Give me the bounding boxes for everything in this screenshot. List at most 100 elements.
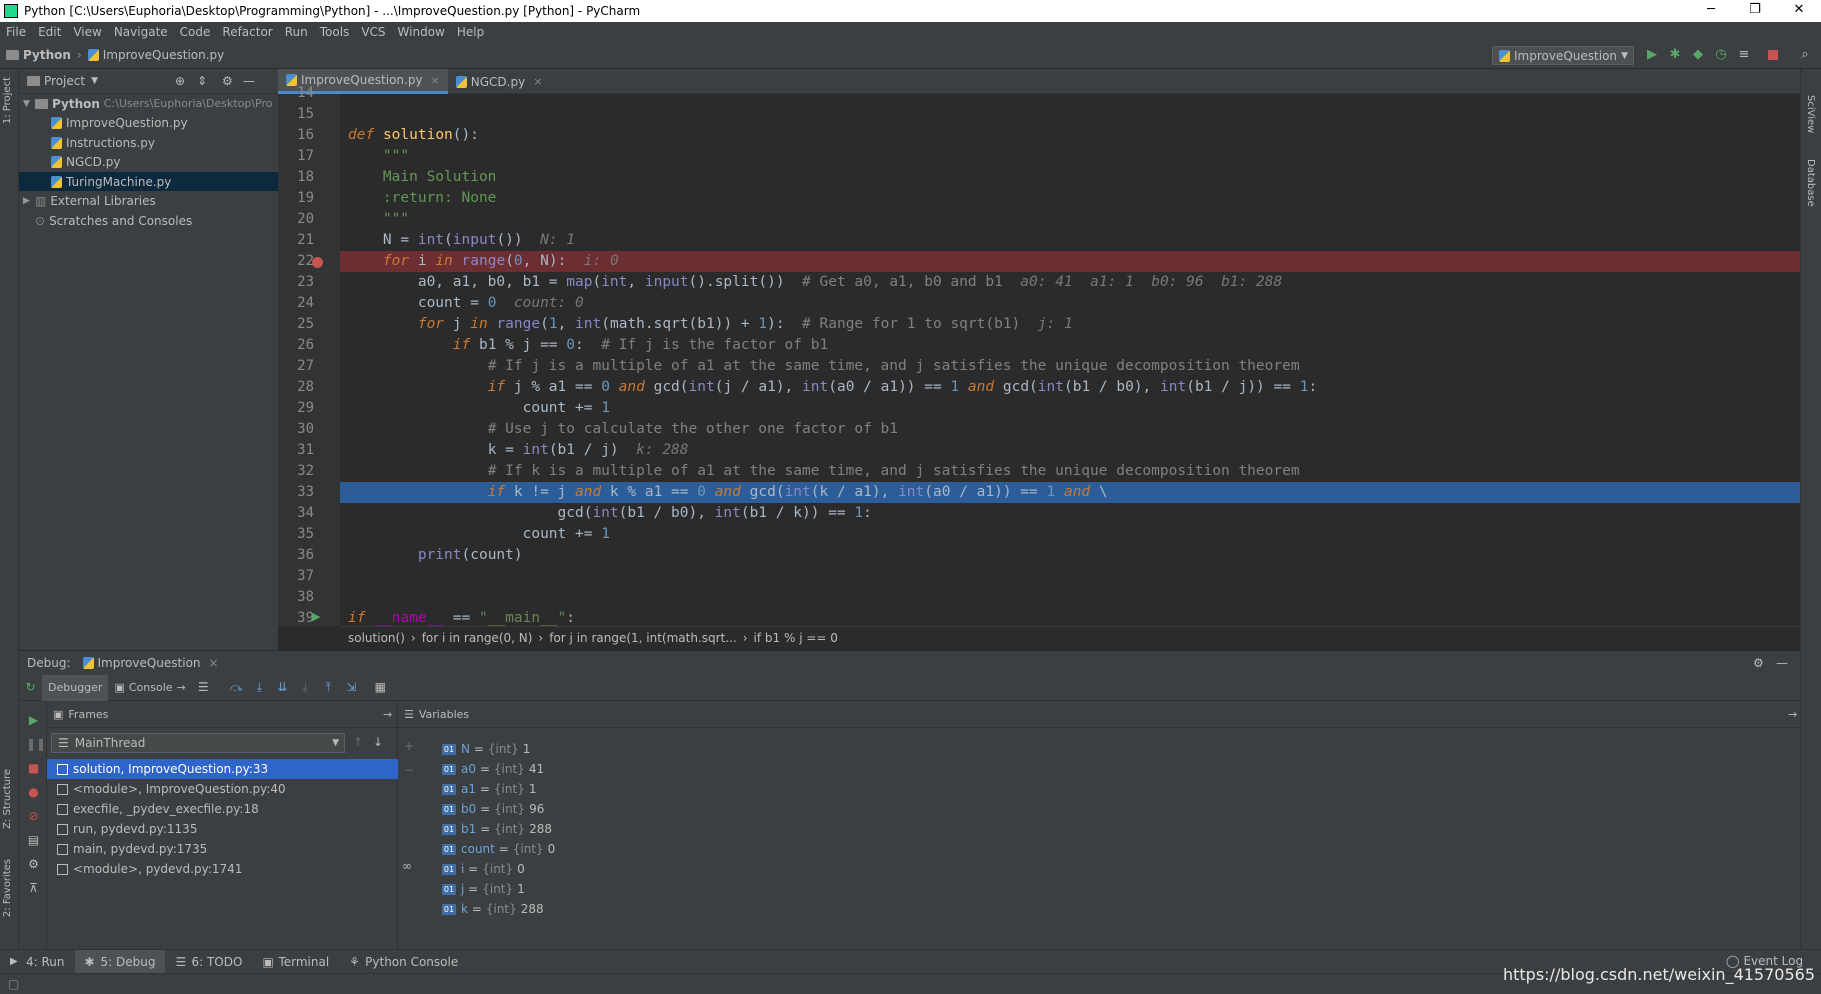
pause-icon[interactable]: ❚❚ — [26, 737, 46, 752]
infinity-icon[interactable]: ∞ — [402, 859, 412, 873]
menu-file[interactable]: File — [0, 25, 32, 39]
variable-row[interactable]: 01 count = {int} 0 — [442, 839, 555, 859]
settings-icon[interactable]: ⚙ — [26, 857, 41, 872]
evaluate-expression-icon[interactable]: ▦ — [373, 680, 388, 695]
add-watch-icon[interactable]: + — [404, 739, 414, 753]
pin-icon[interactable]: → — [1788, 708, 1797, 721]
coverage-icon[interactable]: ◆ — [1691, 48, 1705, 62]
breadcrumb-item[interactable]: for j in range(1, int(math.sqrt... — [549, 631, 737, 645]
debug-session-tab[interactable]: ImproveQuestion — [98, 656, 201, 670]
tool-tab-terminal[interactable]: ▣ Terminal — [252, 950, 339, 974]
tree-item-scratches[interactable]: ⊙ Scratches and Consoles — [19, 211, 278, 230]
variable-row[interactable]: 01 j = {int} 1 — [442, 879, 525, 899]
structure-tool-tab[interactable]: Z: Structure — [2, 769, 13, 829]
project-tool-tab[interactable]: 1: Project — [2, 77, 13, 124]
profile-icon[interactable]: ◷ — [1714, 48, 1728, 62]
thread-select[interactable]: ☰ MainThread ▼ — [51, 733, 345, 753]
gear-icon[interactable]: ⚙ — [222, 74, 233, 88]
nav-crumb-file[interactable]: ImproveQuestion.py — [87, 48, 224, 62]
build-icon[interactable]: ≡ — [1737, 48, 1751, 62]
frame-row[interactable]: run, pydevd.py:1135 — [47, 819, 398, 839]
minimize-button[interactable]: ─ — [1688, 0, 1734, 22]
menu-refactor[interactable]: Refactor — [216, 25, 278, 39]
step-out-icon[interactable]: ⤒ — [321, 680, 336, 695]
resume-icon[interactable]: ▶ — [26, 713, 41, 728]
search-icon[interactable]: ⌕ — [1798, 48, 1812, 62]
mute-breakpoints-icon[interactable]: ⊘ — [26, 809, 41, 824]
close-tab-icon[interactable]: × — [533, 75, 542, 88]
restore-layout-icon[interactable]: ▤ — [26, 833, 41, 848]
nav-crumb-project[interactable]: Python — [6, 48, 71, 62]
restore-button[interactable]: ❐ — [1732, 0, 1778, 22]
project-view-select[interactable]: Project — [44, 74, 85, 88]
variable-row[interactable]: 01 i = {int} 0 — [442, 859, 525, 879]
pin-icon[interactable]: → — [383, 708, 392, 721]
remove-watch-icon[interactable]: − — [404, 763, 414, 777]
tool-tab-debug[interactable]: ✱ 5: Debug — [74, 949, 166, 974]
breadcrumb-item[interactable]: solution() — [348, 631, 405, 645]
close-session-icon[interactable]: × — [209, 656, 219, 670]
target-icon[interactable]: ⊕ — [175, 74, 185, 88]
close-tab-icon[interactable]: × — [431, 74, 440, 87]
hide-icon[interactable]: — — [243, 74, 255, 88]
run-gutter-icon[interactable]: ▶ — [312, 610, 320, 623]
frame-row[interactable]: solution, ImproveQuestion.py:33 — [47, 759, 399, 779]
stop-icon[interactable]: ■ — [26, 761, 41, 776]
sciview-tool-tab[interactable]: SciView — [1805, 95, 1816, 133]
menu-edit[interactable]: Edit — [32, 25, 67, 39]
tree-item-file[interactable]: TuringMachine.py — [19, 172, 278, 191]
hide-icon[interactable]: — — [1776, 656, 1788, 670]
tree-item-file[interactable]: NGCD.py — [19, 152, 278, 171]
variable-row[interactable]: 01 k = {int} 288 — [442, 899, 544, 919]
tool-tab-python-console[interactable]: ⚘ Python Console — [339, 950, 468, 974]
tree-item-external-libraries[interactable]: ▶ ▥ External Libraries — [19, 191, 278, 210]
tree-item-root[interactable]: ▼ Python C:\Users\Euphoria\Desktop\Pro — [19, 94, 278, 113]
menu-code[interactable]: Code — [174, 25, 217, 39]
variable-row[interactable]: 01 N = {int} 1 — [442, 739, 530, 759]
menu-window[interactable]: Window — [392, 25, 451, 39]
menu-help[interactable]: Help — [451, 25, 490, 39]
favorites-tool-tab[interactable]: 2: Favorites — [2, 859, 13, 917]
run-config-select[interactable]: ImproveQuestion ▼ — [1492, 46, 1634, 65]
editor-tab-ngcd[interactable]: NGCD.py × — [448, 69, 551, 94]
arrow-down-icon[interactable]: ↓ — [373, 735, 383, 749]
variable-row[interactable]: 01 a1 = {int} 1 — [442, 779, 536, 799]
run-to-cursor-icon[interactable]: ⇲ — [344, 680, 359, 695]
gear-icon[interactable]: ⚙ — [1753, 656, 1764, 670]
menu-navigate[interactable]: Navigate — [108, 25, 174, 39]
frame-row[interactable]: <module>, ImproveQuestion.py:40 — [47, 779, 398, 799]
step-into-icon[interactable]: ⤓ — [252, 680, 267, 695]
debug-icon[interactable]: ✱ — [1668, 48, 1682, 62]
run-icon[interactable]: ▶ — [1645, 48, 1659, 62]
menu-run[interactable]: Run — [279, 25, 314, 39]
status-icon[interactable]: ▢ — [8, 977, 19, 991]
pin-tab-icon[interactable]: ⊼ — [26, 881, 41, 896]
database-tool-tab[interactable]: Database — [1805, 159, 1816, 207]
force-step-into-icon[interactable]: ⤓ — [298, 680, 313, 695]
chevron-down-icon[interactable]: ▼ — [91, 76, 98, 86]
variable-row[interactable]: 01 b0 = {int} 96 — [442, 799, 544, 819]
view-breakpoints-icon[interactable]: ● — [26, 785, 41, 800]
tree-item-file[interactable]: Instructions.py — [19, 133, 278, 152]
stop-icon[interactable] — [1768, 50, 1778, 60]
menu-tools[interactable]: Tools — [314, 25, 356, 39]
tab-console[interactable]: ▣ Console → — [108, 675, 191, 701]
menu-view[interactable]: View — [67, 25, 107, 39]
tool-tab-run[interactable]: ▶ 4: Run — [0, 950, 75, 974]
menu-vcs[interactable]: VCS — [355, 25, 391, 39]
breadcrumb-item[interactable]: if b1 % j == 0 — [754, 631, 838, 645]
editor-gutter[interactable]: 14 15 16 17 18 19 20 21 22 23 24 25 26 2… — [278, 85, 340, 626]
tool-tab-todo[interactable]: ☰ 6: TODO — [165, 950, 252, 974]
close-window-button[interactable]: ✕ — [1776, 0, 1821, 22]
tree-item-file[interactable]: ImproveQuestion.py — [19, 113, 278, 132]
collapse-icon[interactable]: ⇕ — [197, 74, 207, 88]
variable-row[interactable]: 01 a0 = {int} 41 — [442, 759, 544, 779]
variable-row[interactable]: 01 b1 = {int} 288 — [442, 819, 552, 839]
breadcrumb-item[interactable]: for i in range(0, N) — [422, 631, 533, 645]
step-over-icon[interactable]: ⤼ — [229, 680, 244, 695]
list-icon[interactable]: ☰ — [196, 680, 211, 695]
arrow-up-icon[interactable]: ↑ — [353, 735, 363, 749]
breakpoint-icon[interactable] — [312, 257, 323, 268]
step-into-my-code-icon[interactable]: ⇊ — [275, 680, 290, 695]
rerun-icon[interactable]: ↻ — [23, 680, 38, 695]
